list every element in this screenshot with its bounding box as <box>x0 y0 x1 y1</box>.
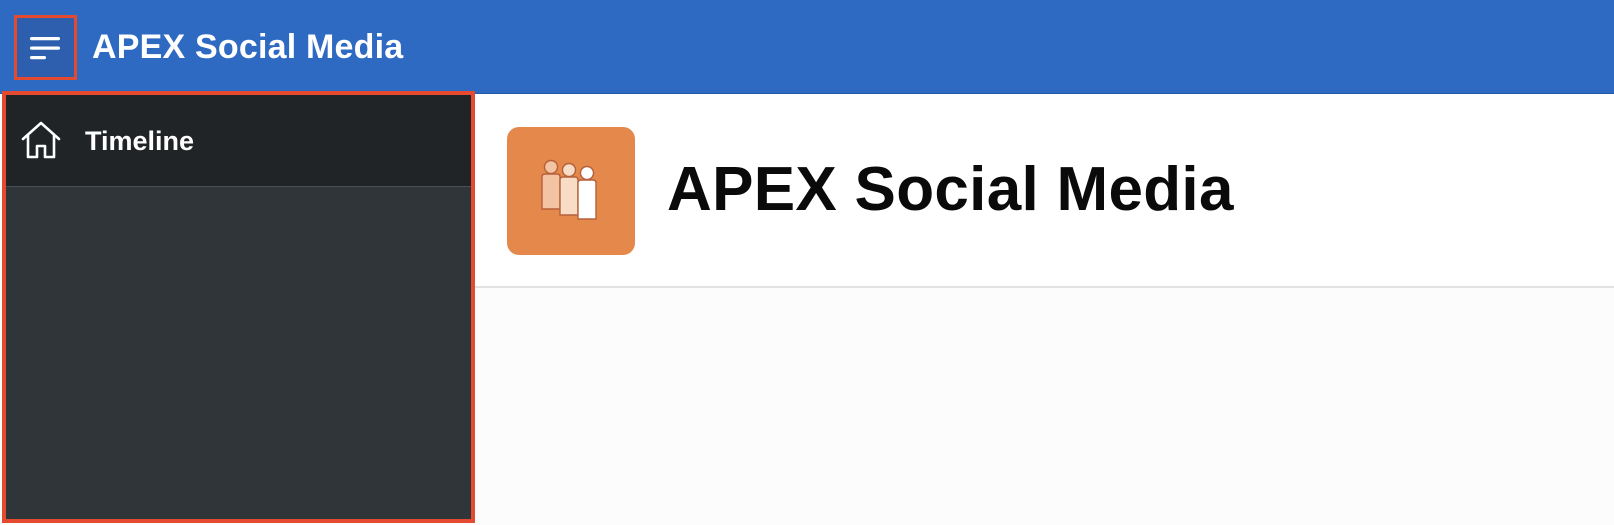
hero-region: APEX Social Media <box>475 94 1614 288</box>
top-header: APEX Social Media <box>0 0 1614 94</box>
app-root: APEX Social Media Timeline APEX Social M… <box>0 0 1614 525</box>
main-content: APEX Social Media <box>475 94 1614 525</box>
home-icon <box>21 121 61 159</box>
navigation-menu-button[interactable] <box>14 15 77 80</box>
hamburger-menu-icon <box>30 37 60 60</box>
app-title[interactable]: APEX Social Media <box>92 27 403 67</box>
app-icon-tile <box>507 127 635 255</box>
navigation-sidebar: Timeline <box>2 91 475 523</box>
people-group-icon <box>541 159 597 220</box>
sidebar-item-timeline[interactable]: Timeline <box>6 95 471 187</box>
sidebar-item-label: Timeline <box>85 126 195 156</box>
page-title: APEX Social Media <box>667 155 1234 224</box>
